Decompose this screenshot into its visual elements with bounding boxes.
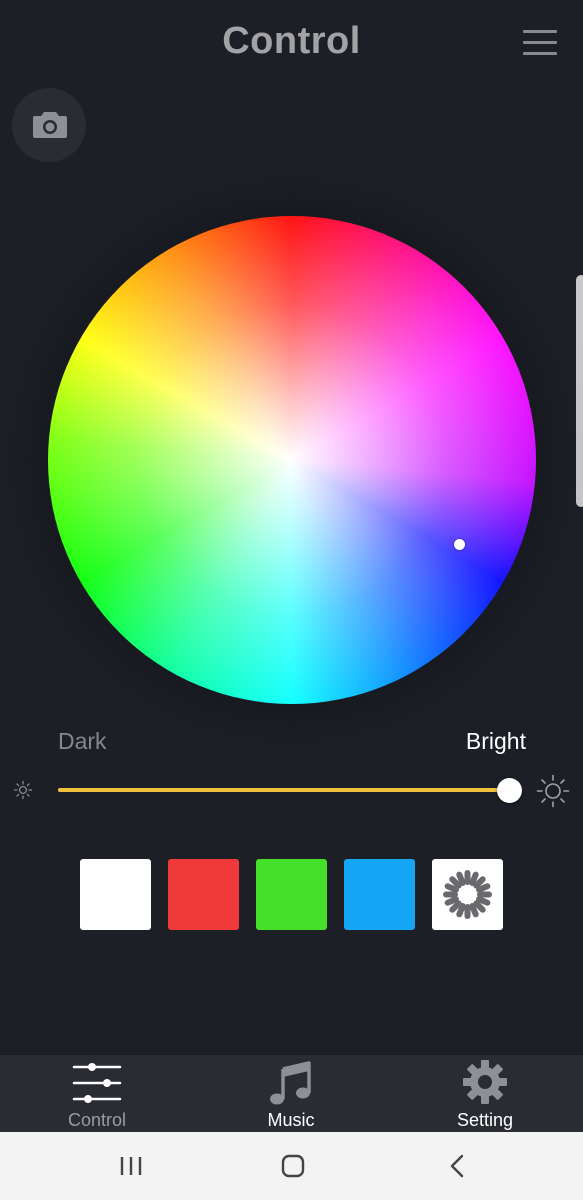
back-icon: [450, 1154, 464, 1178]
music-note-icon: [270, 1061, 311, 1105]
sun-large-icon: [536, 774, 570, 808]
back-button[interactable]: [437, 1152, 477, 1180]
color-wheel-saturation: [48, 216, 536, 704]
camera-button[interactable]: [12, 88, 86, 162]
color-presets: [80, 859, 504, 930]
brightness-slider-thumb[interactable]: [497, 778, 522, 803]
nav-control[interactable]: Control: [22, 1055, 172, 1132]
home-icon: [281, 1154, 305, 1178]
preset-blue[interactable]: [344, 859, 415, 930]
color-wheel-thumb[interactable]: [454, 539, 465, 550]
nav-music[interactable]: Music: [216, 1055, 366, 1132]
preset-white[interactable]: [80, 859, 151, 930]
nav-music-label: Music: [267, 1110, 315, 1130]
brightness-min-label: Dark: [58, 728, 107, 754]
brightness-slider-fill: [58, 788, 510, 792]
camera-icon: [33, 112, 67, 138]
hamburger-menu-icon-line: [523, 52, 557, 55]
home-button[interactable]: [273, 1152, 313, 1180]
brightness-max-label: Bright: [465, 728, 526, 754]
control-screen: Control Dark Bright Control Music Settin…: [0, 0, 583, 1200]
recents-button[interactable]: [111, 1152, 151, 1180]
preset-red[interactable]: [168, 859, 239, 930]
bottom-nav: Control Music Setting: [0, 1055, 583, 1132]
recents-icon: [120, 1157, 142, 1175]
sun-small-icon: [13, 780, 33, 800]
brightness-slider-track[interactable]: [58, 788, 510, 792]
hamburger-menu-icon-line: [523, 41, 557, 44]
system-navigation-bar: [0, 1132, 583, 1200]
gear-icon: [463, 1060, 507, 1104]
preset-effect[interactable]: [432, 859, 503, 930]
preset-green[interactable]: [256, 859, 327, 930]
loading-spinner-icon: [443, 870, 492, 919]
nav-control-label: Control: [67, 1110, 127, 1130]
sliders-icon: [72, 1063, 122, 1103]
nav-setting[interactable]: Setting: [410, 1055, 560, 1132]
nav-setting-label: Setting: [456, 1110, 514, 1130]
side-scroll-handle[interactable]: [576, 275, 583, 507]
page-title: Control: [222, 20, 361, 62]
hamburger-menu-icon: [523, 30, 557, 33]
menu-button[interactable]: [520, 26, 562, 60]
color-wheel[interactable]: [48, 216, 536, 704]
